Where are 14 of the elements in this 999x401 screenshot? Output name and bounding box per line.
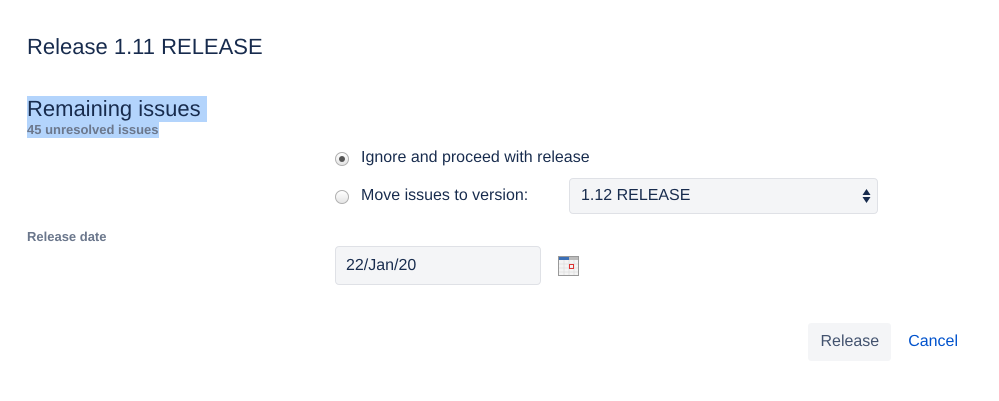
unresolved-count: 45 unresolved issues bbox=[27, 122, 159, 138]
release-date-label: Release date bbox=[27, 228, 108, 243]
radio-button[interactable] bbox=[335, 152, 349, 166]
dialog-title: Release 1.11 RELEASE bbox=[27, 34, 263, 60]
radio-button[interactable] bbox=[335, 190, 349, 204]
radio-label[interactable]: Ignore and proceed with release bbox=[361, 146, 590, 170]
version-select[interactable]: 1.12 RELEASE bbox=[569, 178, 878, 214]
date-field[interactable]: 22/Jan/20 bbox=[335, 246, 541, 285]
calendar-icon[interactable] bbox=[558, 256, 579, 276]
radio-label[interactable]: Move issues to version: bbox=[361, 184, 567, 208]
section-heading: Remaining issues bbox=[27, 96, 207, 122]
release-button[interactable]: Release bbox=[808, 323, 892, 361]
cancel-link[interactable]: Cancel bbox=[908, 330, 958, 354]
sort-arrows-icon bbox=[862, 188, 871, 204]
